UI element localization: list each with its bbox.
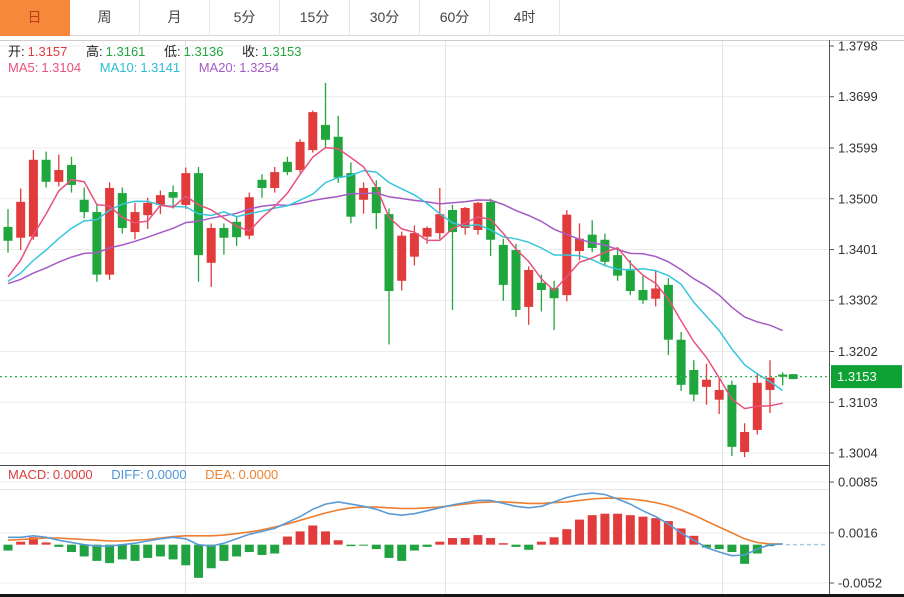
ma10-label: MA10: [100,60,138,75]
ma5-line [8,148,783,409]
close-label: 收: [242,44,259,59]
candles [4,83,788,457]
open-value: 1.3157 [28,44,68,59]
price-axis: 1.3798 1.3699 1.3599 1.3500 1.3401 1.3302 1.32… [829,39,882,595]
tab-monthly[interactable]: 月 [140,0,210,36]
price-tag-text: 1.3153 [837,369,877,384]
grid [0,40,829,594]
candlestick-chart[interactable]: 1.3798 1.3699 1.3599 1.3500 1.3401 1.3302 1.32… [0,0,904,597]
current-price-line [0,374,829,379]
ma20-label: MA20: [199,60,237,75]
high-label: 高: [86,44,103,59]
ma10-value: 1.3141 [140,60,180,75]
open-label: 开: [8,44,25,59]
svg-text:1.3302: 1.3302 [838,293,878,308]
macd-readout: MACD:0.0000 DIFF:0.0000 DEA:0.0000 [8,467,293,482]
svg-text:1.3202: 1.3202 [838,344,878,359]
svg-text:1.3103: 1.3103 [838,395,878,410]
tab-5min[interactable]: 5分 [210,0,280,36]
panel-borders [0,41,904,597]
tab-15min[interactable]: 15分 [280,0,350,36]
diff-label: DIFF: [111,467,144,482]
svg-text:0.0016: 0.0016 [838,525,878,540]
ma5-value: 1.3104 [41,60,81,75]
svg-text:1.3699: 1.3699 [838,89,878,104]
ma20-value: 1.3254 [239,60,279,75]
svg-text:1.3599: 1.3599 [838,141,878,156]
svg-text:-0.0052: -0.0052 [838,576,882,591]
svg-text:0.0085: 0.0085 [838,475,878,490]
low-value: 1.3136 [184,44,224,59]
ma10-line [8,171,783,391]
svg-text:1.3401: 1.3401 [838,242,878,257]
svg-text:1.3500: 1.3500 [838,191,878,206]
svg-text:1.3798: 1.3798 [838,39,878,54]
diff-value: 0.0000 [147,467,187,482]
dea-value: 0.0000 [239,467,279,482]
svg-text:1.3004: 1.3004 [838,446,878,461]
tab-4hour[interactable]: 4时 [490,0,560,36]
high-value: 1.3161 [106,44,146,59]
ohlc-readout: 开:1.3157 高:1.3161 低:1.3136 收:1.3153 [8,41,316,60]
ma-lines [8,148,783,409]
tab-daily[interactable]: 日 [0,0,70,36]
dea-label: DEA: [205,467,235,482]
tab-30min[interactable]: 30分 [350,0,420,36]
low-label: 低: [164,44,181,59]
tab-weekly[interactable]: 周 [70,0,140,36]
price-tag: 1.3153 [831,365,902,388]
current-price-marker [789,374,798,379]
ma-readout: MA5:1.3104 MA10:1.3141 MA20:1.3254 [8,60,294,75]
macd-label: MACD: [8,467,50,482]
macd-value: 0.0000 [53,467,93,482]
trading-chart-app: 日 周 月 5分 15分 30分 60分 4时 1.3798 1.3699 1.35… [0,0,904,597]
timeframe-tabbar: 日 周 月 5分 15分 30分 60分 4时 [0,0,904,36]
close-value: 1.3153 [262,44,302,59]
tab-60min[interactable]: 60分 [420,0,490,36]
ma5-label: MA5: [8,60,38,75]
